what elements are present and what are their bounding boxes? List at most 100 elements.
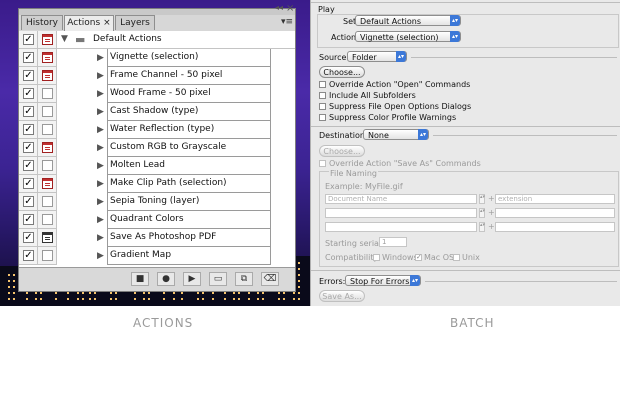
tab-layers[interactable]: Layers [115, 15, 155, 30]
action-select[interactable]: Vignette (selection) ▴▾ [355, 31, 461, 42]
action-item-row[interactable]: ✓ ▶ Cast Shadow (type) [19, 103, 295, 121]
tab-history[interactable]: History [21, 15, 63, 30]
action-item-label: Frame Channel - 50 pixel [110, 70, 223, 80]
toggle-checkbox[interactable]: ✓ [23, 124, 34, 135]
dialog-toggle-icon[interactable] [42, 178, 53, 189]
file-name-field-1[interactable]: Document Name [325, 194, 477, 204]
stop-button[interactable]: ■ [131, 272, 149, 286]
file-name-field-5-dropdown[interactable]: ▴▾ [479, 222, 485, 232]
tab-actions[interactable]: Actions × [64, 15, 114, 31]
toggle-checkbox[interactable]: ✓ [23, 250, 34, 261]
override-open-checkbox[interactable] [319, 81, 326, 88]
dialog-toggle-icon[interactable] [42, 88, 53, 99]
expand-triangle-icon[interactable]: ▶ [97, 143, 104, 153]
file-name-field-1-dropdown[interactable]: ▴▾ [479, 194, 485, 204]
expand-triangle-icon[interactable]: ▼ [61, 34, 68, 44]
expand-triangle-icon[interactable]: ▶ [97, 89, 104, 99]
play-group-title: Play [318, 5, 335, 14]
lit-window [238, 292, 240, 294]
expand-triangle-icon[interactable]: ▶ [97, 71, 104, 81]
toggle-checkbox[interactable]: ✓ [23, 178, 34, 189]
expand-triangle-icon[interactable]: ▶ [97, 233, 104, 243]
compat-unix-checkbox[interactable] [453, 254, 460, 261]
close-panel-icon[interactable]: × [286, 3, 294, 14]
suppress-open-dialogs-checkbox[interactable] [319, 103, 326, 110]
compat-macos-checkbox[interactable]: ✓ [415, 254, 422, 261]
file-name-field-2[interactable]: extension [495, 194, 615, 204]
play-button[interactable]: ▶ [183, 272, 201, 286]
action-item-row[interactable]: ✓ ▶ Custom RGB to Grayscale [19, 139, 295, 157]
delete-button[interactable]: ⌫ [261, 272, 279, 286]
dialog-toggle-icon[interactable] [42, 250, 53, 261]
expand-triangle-icon[interactable]: ▶ [97, 161, 104, 171]
include-subfolders-checkbox[interactable] [319, 92, 326, 99]
starting-serial-input[interactable]: 1 [379, 237, 407, 247]
caption-actions: ACTIONS [133, 316, 194, 330]
toggle-checkbox[interactable]: ✓ [23, 52, 34, 63]
action-set-row[interactable]: ✓ ▼ ▬ Default Actions [19, 31, 295, 49]
dialog-toggle-icon[interactable] [42, 34, 53, 45]
toggle-checkbox[interactable]: ✓ [23, 160, 34, 171]
dialog-toggle-icon[interactable] [42, 196, 53, 207]
toggle-checkbox[interactable]: ✓ [23, 142, 34, 153]
suppress-profile-warnings-checkbox[interactable] [319, 114, 326, 121]
record-button[interactable]: ● [157, 272, 175, 286]
panel-menu-icon[interactable]: ▾≡ [281, 17, 293, 29]
action-item-row[interactable]: ✓ ▶ Sepia Toning (layer) [19, 193, 295, 211]
toggle-checkbox[interactable]: ✓ [23, 70, 34, 81]
dialog-toggle-icon[interactable] [42, 124, 53, 135]
compat-windows-checkbox[interactable] [373, 254, 380, 261]
expand-triangle-icon[interactable]: ▶ [97, 53, 104, 63]
destination-choose-button[interactable]: Choose... [319, 145, 365, 157]
action-item-row[interactable]: ✓ ▶ Molten Lead [19, 157, 295, 175]
action-item-row[interactable]: ✓ ▶ Water Reflection (type) [19, 121, 295, 139]
action-item-row[interactable]: ✓ ▶ Frame Channel - 50 pixel [19, 67, 295, 85]
toggle-checkbox[interactable]: ✓ [23, 196, 34, 207]
dialog-toggle-icon[interactable] [42, 214, 53, 225]
toggle-checkbox[interactable]: ✓ [23, 214, 34, 225]
action-item-row[interactable]: ✓ ▶ Wood Frame - 50 pixel [19, 85, 295, 103]
new-action-button[interactable]: ⧉ [235, 272, 253, 286]
expand-triangle-icon[interactable]: ▶ [97, 251, 104, 261]
new-set-button[interactable]: ▭ [209, 272, 227, 286]
expand-triangle-icon[interactable]: ▶ [97, 215, 104, 225]
destination-select[interactable]: None ▴▾ [363, 129, 429, 140]
source-choose-button[interactable]: Choose... [319, 66, 365, 78]
dialog-toggle-icon[interactable] [42, 160, 53, 171]
action-item-row[interactable]: ✓ ▶ Vignette (selection) [19, 49, 295, 67]
action-item-row[interactable]: ✓ ▶ Gradient Map [19, 247, 295, 265]
file-name-field-6[interactable] [495, 222, 615, 232]
toggle-checkbox[interactable]: ✓ [23, 232, 34, 243]
expand-triangle-icon[interactable]: ▶ [97, 125, 104, 135]
action-item-row[interactable]: ✓ ▶ Save As Photoshop PDF [19, 229, 295, 247]
record-icon: ● [162, 274, 170, 284]
expand-triangle-icon[interactable]: ▶ [97, 107, 104, 117]
errors-select[interactable]: Stop For Errors ▴▾ [345, 275, 421, 286]
lit-window [82, 292, 84, 294]
toggle-checkbox[interactable]: ✓ [23, 106, 34, 117]
toggle-cell: ✓ [19, 193, 38, 211]
file-name-field-4[interactable] [495, 208, 615, 218]
override-save-as-checkbox[interactable] [319, 160, 326, 167]
toggle-checkbox[interactable]: ✓ [23, 34, 34, 45]
expand-triangle-icon[interactable]: ▶ [97, 179, 104, 189]
dialog-toggle-icon[interactable] [42, 106, 53, 117]
set-select[interactable]: Default Actions ▴▾ [355, 15, 461, 26]
expand-triangle-icon[interactable]: ▶ [97, 197, 104, 207]
toggle-cell: ✓ [19, 247, 38, 265]
dialog-toggle-icon[interactable] [42, 232, 53, 243]
source-select[interactable]: Folder ▴▾ [347, 51, 407, 62]
file-name-field-5[interactable] [325, 222, 477, 232]
action-item-row[interactable]: ✓ ▶ Make Clip Path (selection) [19, 175, 295, 193]
dialog-toggle-icon[interactable] [42, 70, 53, 81]
errors-save-as-button[interactable]: Save As... [319, 290, 365, 302]
toggle-checkbox[interactable]: ✓ [23, 88, 34, 99]
close-tab-icon[interactable]: × [103, 18, 111, 28]
file-name-field-3-dropdown[interactable]: ▴▾ [479, 208, 485, 218]
dialog-toggle-icon[interactable] [42, 142, 53, 153]
lit-window [8, 280, 10, 282]
action-item-row[interactable]: ✓ ▶ Quadrant Colors [19, 211, 295, 229]
collapse-panel-icon[interactable]: ◂◂ [275, 3, 283, 12]
file-name-field-3[interactable] [325, 208, 477, 218]
dialog-toggle-icon[interactable] [42, 52, 53, 63]
